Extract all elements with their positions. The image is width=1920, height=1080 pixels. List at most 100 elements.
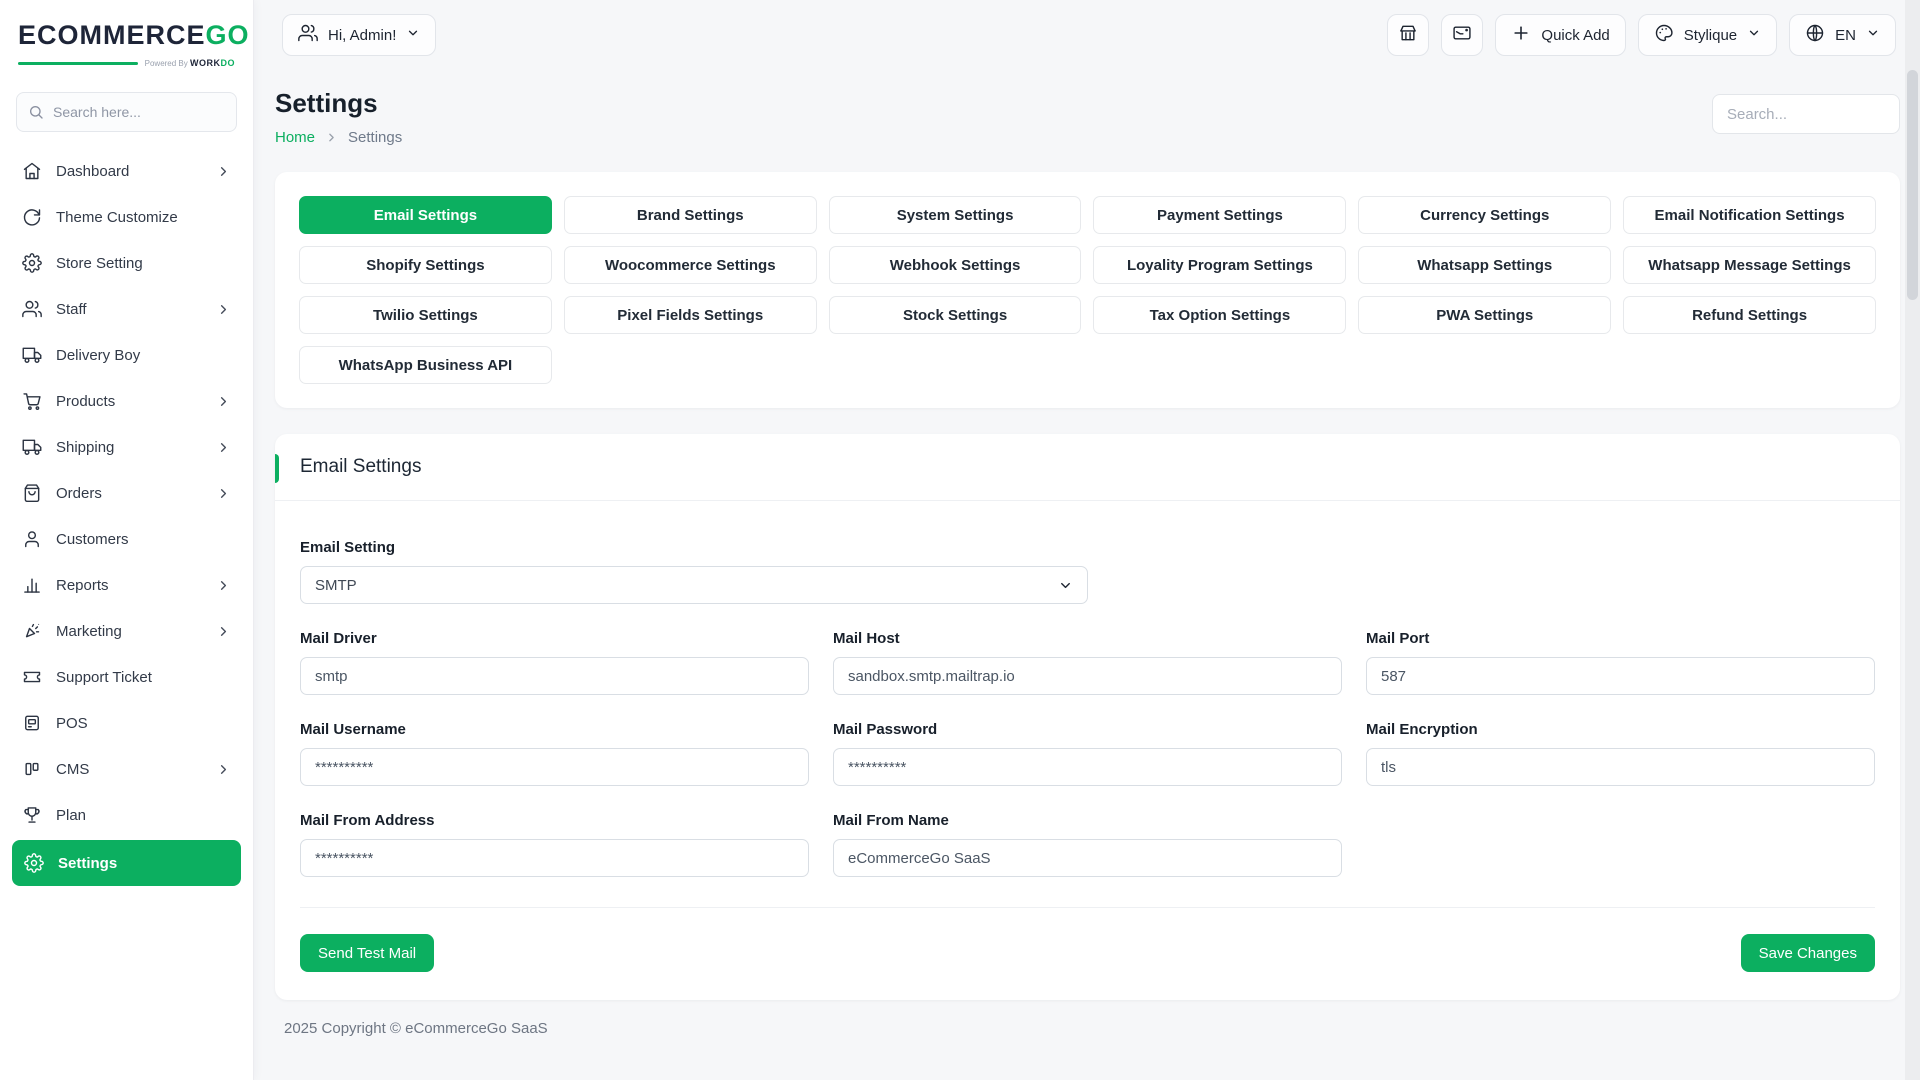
mail-username-field: Mail Username bbox=[300, 721, 809, 786]
language-button[interactable]: EN bbox=[1789, 14, 1896, 56]
chevron-right-icon bbox=[216, 302, 231, 317]
sidebar-item-customers[interactable]: Customers bbox=[0, 516, 253, 562]
mail-username-input[interactable] bbox=[300, 748, 809, 786]
tab-pixel-fields-settings[interactable]: Pixel Fields Settings bbox=[564, 296, 817, 334]
mail-from-name-field: Mail From Name bbox=[833, 812, 1342, 877]
mail-host-field: Mail Host bbox=[833, 630, 1342, 695]
mail-password-input[interactable] bbox=[833, 748, 1342, 786]
mail-from-name-input[interactable] bbox=[833, 839, 1342, 877]
page-search bbox=[1712, 88, 1900, 134]
cart-icon bbox=[22, 391, 42, 411]
globe-icon bbox=[1805, 23, 1825, 47]
theme-style-button[interactable]: Stylique bbox=[1638, 14, 1777, 56]
tab-loyality-program-settings[interactable]: Loyality Program Settings bbox=[1093, 246, 1346, 284]
mail-port-input[interactable] bbox=[1366, 657, 1875, 695]
sidebar-item-products[interactable]: Products bbox=[0, 378, 253, 424]
breadcrumb-current: Settings bbox=[348, 129, 402, 146]
brand-logo-text: ECOMMERCEGO bbox=[18, 20, 235, 51]
sidebar-item-store-setting[interactable]: Store Setting bbox=[0, 240, 253, 286]
field-label: Mail From Address bbox=[300, 812, 809, 829]
cms-icon bbox=[22, 759, 42, 779]
field-label: Mail Port bbox=[1366, 630, 1875, 647]
send-test-mail-button[interactable]: Send Test Mail bbox=[300, 934, 434, 972]
sidebar-item-reports[interactable]: Reports bbox=[0, 562, 253, 608]
sidebar-item-support-ticket[interactable]: Support Ticket bbox=[0, 654, 253, 700]
sidebar-item-theme-customize[interactable]: Theme Customize bbox=[0, 194, 253, 240]
storefront-icon bbox=[1398, 23, 1418, 47]
sidebar-item-label: Orders bbox=[56, 485, 102, 502]
field-label: Mail Encryption bbox=[1366, 721, 1875, 738]
save-changes-button[interactable]: Save Changes bbox=[1741, 934, 1875, 972]
tab-payment-settings[interactable]: Payment Settings bbox=[1093, 196, 1346, 234]
field-label: Mail From Name bbox=[833, 812, 1342, 829]
settings-tabs-card: Email Settings Brand Settings System Setti… bbox=[275, 172, 1900, 408]
tab-webhook-settings[interactable]: Webhook Settings bbox=[829, 246, 1082, 284]
mail-encryption-input[interactable] bbox=[1366, 748, 1875, 786]
breadcrumb-home-link[interactable]: Home bbox=[275, 129, 315, 146]
sidebar-item-plan[interactable]: Plan bbox=[0, 792, 253, 838]
mail-host-input[interactable] bbox=[833, 657, 1342, 695]
email-setting-select[interactable]: SMTP bbox=[300, 566, 1088, 604]
scrollbar-track[interactable] bbox=[1905, 0, 1920, 1080]
sidebar-item-label: Customers bbox=[56, 531, 129, 548]
field-label: Mail Password bbox=[833, 721, 1342, 738]
quick-add-button[interactable]: Quick Add bbox=[1495, 14, 1625, 56]
tab-pwa-settings[interactable]: PWA Settings bbox=[1358, 296, 1611, 334]
sidebar-item-label: Products bbox=[56, 393, 115, 410]
mail-notification-button[interactable] bbox=[1441, 14, 1483, 56]
brand-underline bbox=[18, 62, 138, 65]
mail-from-address-input[interactable] bbox=[300, 839, 809, 877]
pos-icon bbox=[22, 713, 42, 733]
brand-logo[interactable]: ECOMMERCEGO Powered By WORKDO bbox=[0, 0, 253, 78]
tab-stock-settings[interactable]: Stock Settings bbox=[829, 296, 1082, 334]
gear-icon bbox=[24, 853, 44, 873]
tab-whatsapp-settings[interactable]: Whatsapp Settings bbox=[1358, 246, 1611, 284]
user-icon bbox=[22, 529, 42, 549]
scrollbar-thumb[interactable] bbox=[1907, 70, 1918, 300]
sidebar-item-marketing[interactable]: Marketing bbox=[0, 608, 253, 654]
storefront-button[interactable] bbox=[1387, 14, 1429, 56]
sidebar-search-input[interactable] bbox=[16, 92, 237, 132]
chevron-right-icon bbox=[216, 394, 231, 409]
mail-icon bbox=[1452, 23, 1472, 47]
mail-driver-input[interactable] bbox=[300, 657, 809, 695]
mail-driver-field: Mail Driver bbox=[300, 630, 809, 695]
tab-brand-settings[interactable]: Brand Settings bbox=[564, 196, 817, 234]
tab-whatsapp-business-api[interactable]: WhatsApp Business API bbox=[299, 346, 552, 384]
rotate-icon bbox=[22, 207, 42, 227]
tab-whatsapp-message-settings[interactable]: Whatsapp Message Settings bbox=[1623, 246, 1876, 284]
sidebar-item-label: Settings bbox=[58, 855, 117, 872]
sidebar-item-pos[interactable]: POS bbox=[0, 700, 253, 746]
tab-email-settings[interactable]: Email Settings bbox=[299, 196, 552, 234]
tab-shopify-settings[interactable]: Shopify Settings bbox=[299, 246, 552, 284]
ticket-icon bbox=[22, 667, 42, 687]
sidebar-item-staff[interactable]: Staff bbox=[0, 286, 253, 332]
sidebar-search bbox=[16, 92, 237, 132]
email-setting-field: Email Setting SMTP bbox=[300, 539, 1875, 604]
tab-system-settings[interactable]: System Settings bbox=[829, 196, 1082, 234]
chevron-right-icon bbox=[216, 762, 231, 777]
tab-woocommerce-settings[interactable]: Woocommerce Settings bbox=[564, 246, 817, 284]
chart-icon bbox=[22, 575, 42, 595]
chevron-right-icon bbox=[216, 164, 231, 179]
mail-password-field: Mail Password bbox=[833, 721, 1342, 786]
sidebar-item-label: Shipping bbox=[56, 439, 114, 456]
sidebar-item-settings[interactable]: Settings bbox=[12, 840, 241, 886]
sidebar-item-delivery-boy[interactable]: Delivery Boy bbox=[0, 332, 253, 378]
sidebar-item-dashboard[interactable]: Dashboard bbox=[0, 148, 253, 194]
tab-tax-option-settings[interactable]: Tax Option Settings bbox=[1093, 296, 1346, 334]
user-menu-button[interactable]: Hi, Admin! bbox=[282, 14, 436, 56]
email-settings-card: Email Settings Email Setting SMTP Mail D… bbox=[275, 434, 1900, 1000]
gear-icon bbox=[22, 253, 42, 273]
tab-currency-settings[interactable]: Currency Settings bbox=[1358, 196, 1611, 234]
tab-twilio-settings[interactable]: Twilio Settings bbox=[299, 296, 552, 334]
chevron-down-icon bbox=[1747, 26, 1761, 44]
tab-refund-settings[interactable]: Refund Settings bbox=[1623, 296, 1876, 334]
sidebar-item-cms[interactable]: CMS bbox=[0, 746, 253, 792]
sidebar-item-orders[interactable]: Orders bbox=[0, 470, 253, 516]
home-icon bbox=[22, 161, 42, 181]
tab-email-notification-settings[interactable]: Email Notification Settings bbox=[1623, 196, 1876, 234]
chevron-down-icon bbox=[1866, 26, 1880, 44]
page-search-input[interactable] bbox=[1712, 94, 1900, 134]
sidebar-item-shipping[interactable]: Shipping bbox=[0, 424, 253, 470]
